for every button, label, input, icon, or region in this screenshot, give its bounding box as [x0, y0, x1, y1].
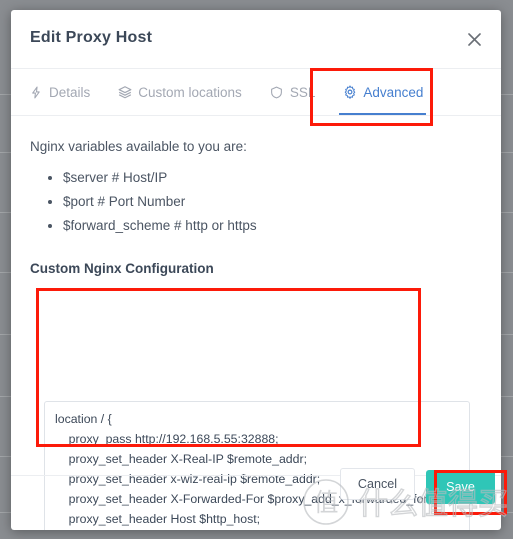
shield-icon	[270, 85, 284, 99]
tab-bar: Details Custom locations SSL Advanced	[11, 69, 501, 116]
bolt-icon	[29, 85, 43, 99]
edit-proxy-host-dialog: Edit Proxy Host Details Custom locations…	[11, 10, 501, 530]
list-item: $forward_scheme # http or https	[63, 215, 482, 236]
tab-ssl[interactable]: SSL	[270, 69, 327, 115]
dialog-footer: Cancel Save	[11, 468, 501, 529]
tab-label: Details	[49, 84, 91, 100]
tab-label: Custom locations	[138, 84, 242, 100]
close-icon[interactable]	[461, 26, 487, 52]
tab-custom-locations[interactable]: Custom locations	[118, 69, 253, 115]
save-button[interactable]: Save	[426, 470, 495, 504]
custom-nginx-configuration-label: Custom Nginx Configuration	[30, 261, 214, 276]
list-item: $server # Host/IP	[63, 167, 482, 188]
dialog-body: Nginx variables available to you are: $s…	[11, 116, 501, 530]
nginx-variables-list: $server # Host/IP $port # Port Number $f…	[30, 167, 482, 236]
tab-details[interactable]: Details	[29, 69, 101, 115]
tab-label: SSL	[289, 84, 316, 100]
dialog-header: Edit Proxy Host	[11, 10, 501, 69]
variables-intro-text: Nginx variables available to you are:	[30, 139, 247, 154]
tab-label: Advanced	[363, 84, 424, 100]
gear-icon	[343, 85, 357, 99]
page-title: Edit Proxy Host	[30, 29, 153, 46]
cancel-button[interactable]: Cancel	[340, 468, 415, 500]
list-item: $port # Port Number	[63, 191, 482, 212]
layers-icon	[118, 85, 132, 99]
tab-advanced[interactable]: Advanced	[339, 69, 434, 115]
